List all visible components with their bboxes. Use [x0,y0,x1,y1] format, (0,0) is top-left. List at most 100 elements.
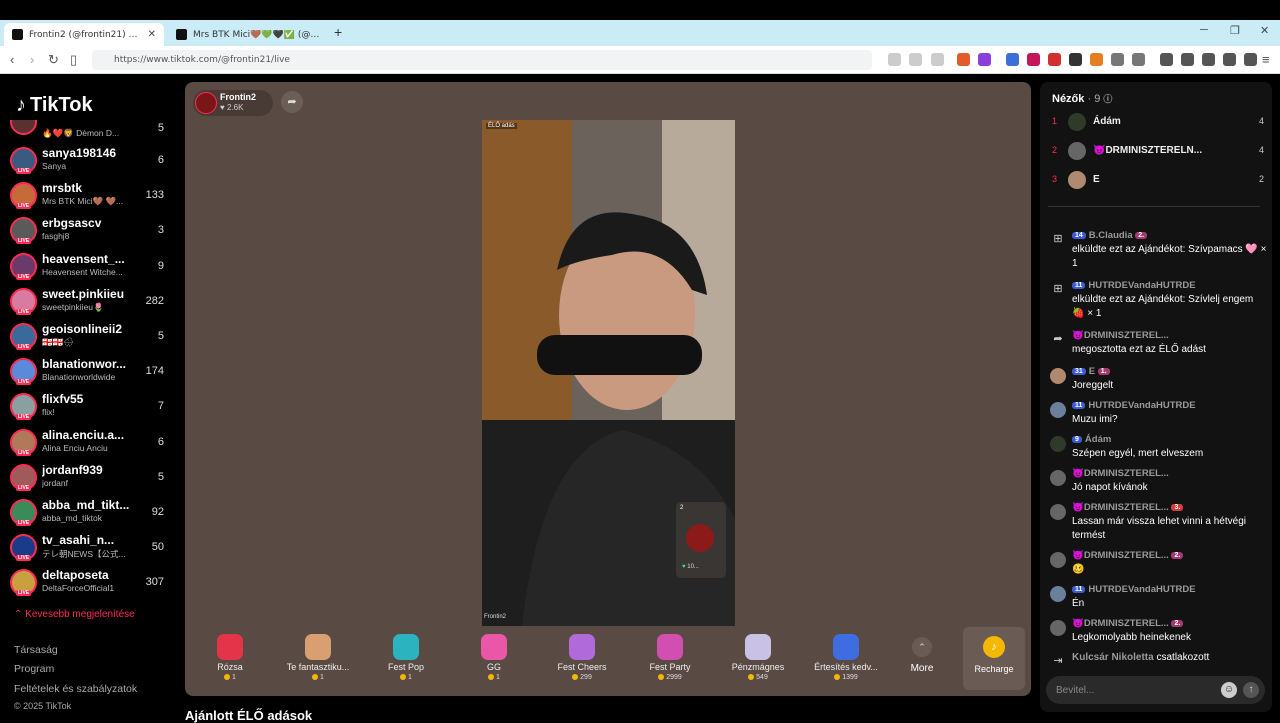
extension-icon[interactable] [1006,53,1019,66]
gift-name: Fest Pop [387,662,425,672]
music-icon[interactable] [1160,53,1173,66]
gift-item[interactable]: GG 1 [454,627,534,690]
more-gifts-button[interactable]: ⌃ More [887,627,957,690]
host-info[interactable]: Frontin2 ♥ 2.6K [193,90,273,116]
address-bar[interactable]: https://www.tiktok.com/@frontin21/live [92,50,872,70]
coin-icon [400,674,407,681]
cheers-gift-icon [569,634,595,660]
rewards-icon[interactable] [978,53,991,66]
recharge-button[interactable]: ♪ Recharge [963,627,1025,690]
share-icon[interactable]: ➦ [281,91,303,113]
sidebar-account-item[interactable]: LIVE geoisonlineii2 🇬🇪🇬🇪🌧 5 [10,320,170,354]
account-item-partial[interactable]: 🔥❤️🦁 Dèmon D... 5 [10,120,170,140]
mini-player[interactable]: 2 ♥ 10... [676,502,726,578]
mini-avatar [686,524,714,552]
sidebar-account-item[interactable]: LIVE erbgsascv fasghj8 3 [10,214,170,248]
gift-item[interactable]: Rózsa 1 [190,627,270,690]
tab-mrsbtk[interactable]: Mrs BTK Mici🤎💚🖤✅ (@mrsbtk) É [168,23,328,46]
top-viewer-row[interactable]: 1 Ádám 4 [1048,110,1266,134]
join-notice: ⇥ Kulcsár Nikoletta csatlakozott [1046,652,1268,668]
forward-icon[interactable]: › [30,52,34,67]
maximize-icon[interactable]: ❐ [1230,24,1240,37]
account-sub: Alina Enciu Anciu [42,442,108,453]
chat-panel: Nézők · 9 ⓘ 1 Ádám 4 2 😈DRMINISZTERELN... 4 … [1040,82,1272,712]
chat-message: 9 Ádám Szépen egyél, mert elveszem [1046,434,1268,462]
sidebar-account-item[interactable]: LIVE jordanf939 jordanf 5 [10,461,170,495]
browser-tab-bar: Frontin2 (@frontin21) ÉLŐ adás ✕ Mrs BTK… [0,20,1280,46]
gift-item[interactable]: Fest Cheers 299 [542,627,622,690]
live-badge: LIVE [16,449,32,456]
show-less-button[interactable]: ⌃ Kevesebb megjelenítése [14,609,135,620]
gift-item[interactable]: Pénzmágnes 549 [718,627,798,690]
reload-icon[interactable]: ↻ [48,52,59,68]
vpn-icon[interactable] [1244,53,1257,66]
tiktok-note-icon: ♪ [16,94,26,116]
host-likes-row: ♥ 2.6K [220,103,243,112]
live-badge: LIVE [16,203,32,210]
brave-shield-icon[interactable] [957,53,970,66]
gift-item[interactable]: Te fantasztiku... 1 [278,627,358,690]
footer-company[interactable]: Társaság [14,644,58,656]
live-video[interactable]: ÉLŐ adás Frontin2 2 ♥ 10... [482,120,735,626]
top-viewer-row[interactable]: 2 😈DRMINISZTERELN... 4 [1048,139,1266,163]
avatar [1050,586,1066,602]
window-close-icon[interactable]: ✕ [1260,24,1269,37]
viewer-count: 92 [151,506,164,518]
wallet-icon[interactable] [1202,53,1215,66]
back-icon[interactable]: ‹ [10,52,14,67]
gift-item[interactable]: Fest Party 2999 [630,627,710,690]
viewers-header[interactable]: Nézők · 9 ⓘ [1052,92,1112,105]
chat-input[interactable]: Bevitel... ☺ ↑ [1046,676,1265,704]
send-icon[interactable]: ↑ [1243,682,1259,698]
avatar: LIVE [10,569,37,597]
minimize-icon[interactable]: ─ [1200,24,1208,36]
sidebar-account-item[interactable]: LIVE sweet.pinkiieu sweetpinkiieu🌷 282 [10,285,170,319]
viewer-count: 6 [157,154,164,166]
tiktok-logo[interactable]: ♪ TikTok [16,94,93,117]
gift-name: Fest Cheers [557,662,607,672]
sidebar-toggle-icon[interactable] [1181,53,1194,66]
gift-name: Rózsa [217,662,243,672]
extension-icon[interactable] [1132,53,1145,66]
info-icon[interactable]: ⓘ [1103,94,1112,104]
top-viewer-row[interactable]: 3E2 [1048,168,1266,192]
tab-frontin2[interactable]: Frontin2 (@frontin21) ÉLŐ adás ✕ [4,23,164,46]
left-sidebar: ♪ TikTok 🔥❤️🦁 Dèmon D... 5 LIVE sanya1981… [0,74,180,720]
extension-icon[interactable] [1069,53,1082,66]
share-page-icon[interactable] [931,53,944,66]
bookmark-icon[interactable]: ▯ [70,52,77,68]
extension-icon[interactable] [1111,53,1124,66]
sidebar-account-item[interactable]: LIVE sanya198146 Sanya 6 [10,144,170,178]
gift-item[interactable]: Értesítés kedv... 1399 [806,627,886,690]
sidebar-account-item[interactable]: LIVE abba_md_tikt... abba_md_tiktok 92 [10,496,170,530]
extension-icon[interactable] [1090,53,1103,66]
sidebar-account-item[interactable]: LIVE mrsbtk Mrs BTK Mici🤎 🤎... 133 [10,179,170,213]
new-tab-icon[interactable]: + [334,24,342,40]
translate-icon[interactable] [888,53,901,66]
account-name: sweet.pinkiieu [42,286,125,301]
sidebar-account-item[interactable]: LIVE alina.enciu.a... Alina Enciu Anciu 6 [10,426,170,460]
sidebar-account-item[interactable]: LIVE flixfv55 flix! 7 [10,390,170,424]
footer-terms[interactable]: Feltételek és szabályzatok [14,683,137,695]
sidebar-account-item[interactable]: LIVE blanationwor... Blanationworldwide 174 [10,355,170,389]
extension-icon[interactable] [1027,53,1040,66]
menu-icon[interactable]: ≡ [1262,52,1270,67]
extension-icon[interactable] [1048,53,1061,66]
close-icon[interactable]: ✕ [148,29,156,40]
gift-item[interactable]: Fest Pop 1 [366,627,446,690]
emoji-icon[interactable]: ☺ [1221,682,1237,698]
recharge-label: Recharge [974,664,1014,674]
sidebar-account-item[interactable]: LIVE deltaposeta DeltaForceOfficial1 307 [10,566,170,600]
account-sub: 🔥❤️🦁 Dèmon D... [42,128,120,138]
rank-badge: 2. [1171,620,1184,627]
magnet-gift-icon [745,634,771,660]
live-badge: LIVE [16,168,32,174]
footer-program[interactable]: Program [14,663,54,675]
avatar [1050,552,1066,568]
sidebar-account-item[interactable]: LIVE tv_asahi_n... テレ朝NEWS【公式... 50 [10,531,170,565]
gift-name: Pénzmágnes [731,662,785,672]
ai-icon[interactable] [1223,53,1236,66]
sidebar-account-item[interactable]: LIVE heavensent_... Heavensent Witche... 9 [10,250,170,284]
zoom-icon[interactable] [909,53,922,66]
avatar [1068,171,1086,189]
